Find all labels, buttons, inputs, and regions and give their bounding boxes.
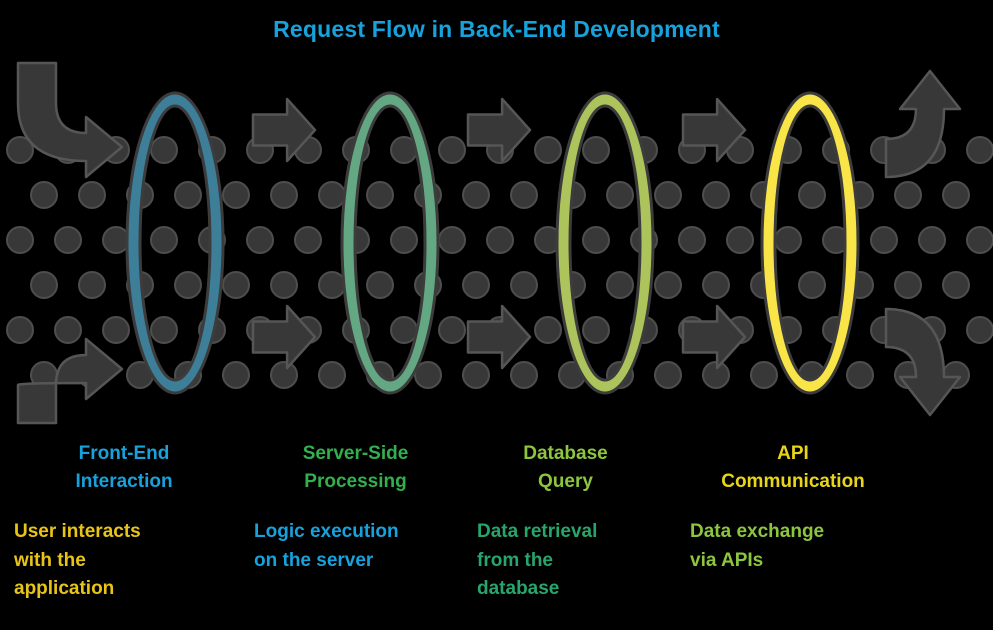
arrow-database-to-api-bottom [681, 304, 747, 370]
arrow-outbound-bottom-right [884, 307, 962, 417]
arrow-front-end-to-server-top [251, 97, 317, 163]
flow-diagram-stage [0, 55, 993, 430]
arrow-database-to-api-top [681, 97, 747, 163]
stage-column-front-end-interaction: Front-End Interaction User interacts wit… [0, 440, 248, 630]
stage-column-database-query: Database Query Data retrieval from the d… [463, 440, 668, 630]
stage-heading-front-end-interaction: Front-End Interaction [75, 443, 173, 492]
stage-description-api-communication: Data exchange via APIs [690, 521, 825, 571]
stage-description-database-query: Data retrieval from the database [477, 521, 598, 599]
stage-heading-database-query: Database Query [523, 443, 608, 492]
stage-column-server-side-processing: Server-Side Processing Logic execution o… [248, 440, 463, 630]
stage-heading-server-side-processing: Server-Side Processing [302, 443, 409, 492]
stage-heading-api-communication: API Communication [721, 443, 865, 492]
stage-column-api-communication: API Communication Data exchange via APIs [668, 440, 918, 630]
stage-label-row: Front-End Interaction User interacts wit… [0, 440, 993, 630]
arrow-server-to-database-top [466, 97, 532, 163]
page-title: Request Flow in Back-End Development [273, 16, 720, 42]
infographic-canvas: Request Flow in Back-End Development Fro… [0, 0, 993, 630]
arrow-layer [16, 61, 962, 425]
arrow-inbound-top-left [16, 61, 124, 179]
arrow-outbound-top-right [884, 69, 962, 179]
arrow-inbound-bottom-left [16, 337, 124, 425]
arrow-front-end-to-server-bottom [251, 304, 317, 370]
stage-description-server-side-processing: Logic execution on the server [254, 521, 399, 571]
arrow-server-to-database-bottom [466, 304, 532, 370]
stage-description-front-end-interaction: User interacts with the application [14, 521, 141, 599]
